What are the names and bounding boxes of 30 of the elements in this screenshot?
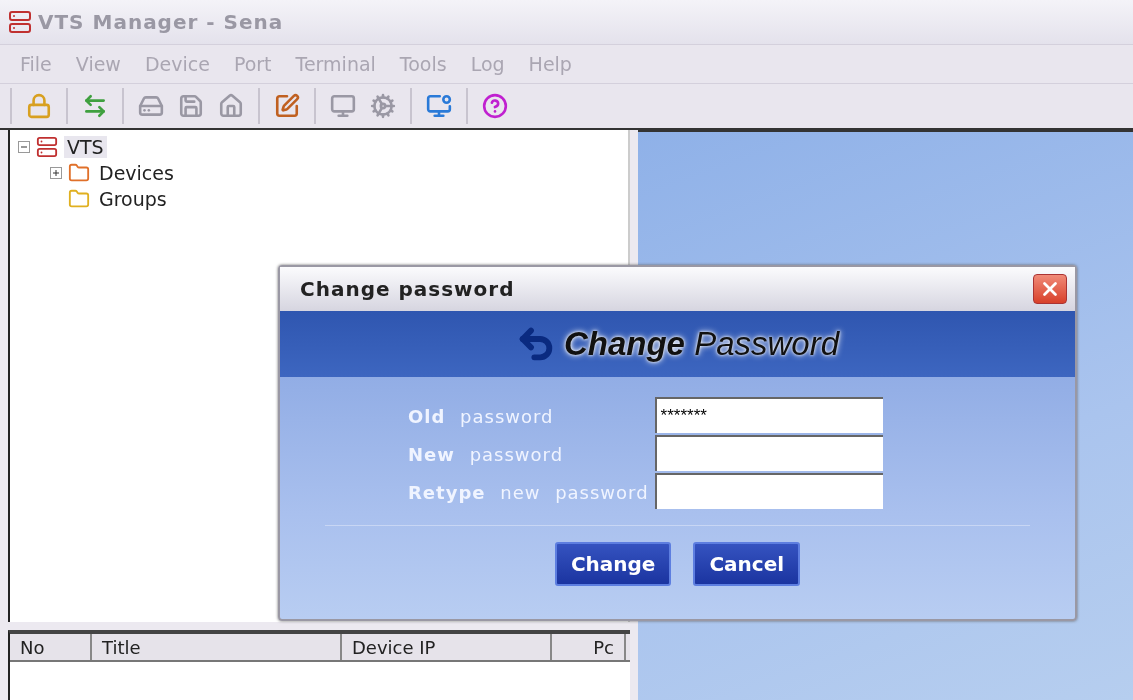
- password-field[interactable]: *******: [654, 397, 883, 433]
- dialog-title: Change password: [300, 277, 515, 301]
- change-button[interactable]: Change: [554, 542, 672, 586]
- column-header[interactable]: No: [10, 634, 92, 660]
- password-field[interactable]: [654, 435, 883, 471]
- tree-item[interactable]: Devices: [96, 162, 177, 184]
- folder-icon: [68, 188, 90, 210]
- tree-item[interactable]: VTS: [64, 136, 107, 158]
- expand-toggle[interactable]: [50, 167, 62, 179]
- field-label: New password: [408, 442, 565, 467]
- edit-icon[interactable]: [274, 93, 300, 119]
- tree-item[interactable]: Groups: [96, 188, 170, 210]
- app-icon: [8, 10, 32, 34]
- field-label: Retype new password: [408, 480, 650, 505]
- password-field[interactable]: [654, 473, 883, 509]
- cancel-button[interactable]: Cancel: [693, 542, 801, 586]
- column-header[interactable]: Pc: [552, 634, 626, 660]
- lock-icon[interactable]: [26, 93, 52, 119]
- banner-heading: Change Password: [563, 325, 840, 363]
- server-icon: [36, 136, 58, 158]
- window-title: VTS Manager - Sena: [38, 10, 284, 34]
- help-icon[interactable]: [482, 93, 508, 119]
- column-header[interactable]: Title: [92, 634, 342, 660]
- field-label: Old password: [408, 404, 555, 429]
- arrows-icon[interactable]: [82, 93, 108, 119]
- collapse-toggle[interactable]: [18, 141, 30, 153]
- screen-icon[interactable]: [426, 93, 452, 119]
- close-button[interactable]: [1033, 274, 1067, 304]
- column-header[interactable]: Device IP: [342, 634, 552, 660]
- folder-icon: [68, 162, 90, 184]
